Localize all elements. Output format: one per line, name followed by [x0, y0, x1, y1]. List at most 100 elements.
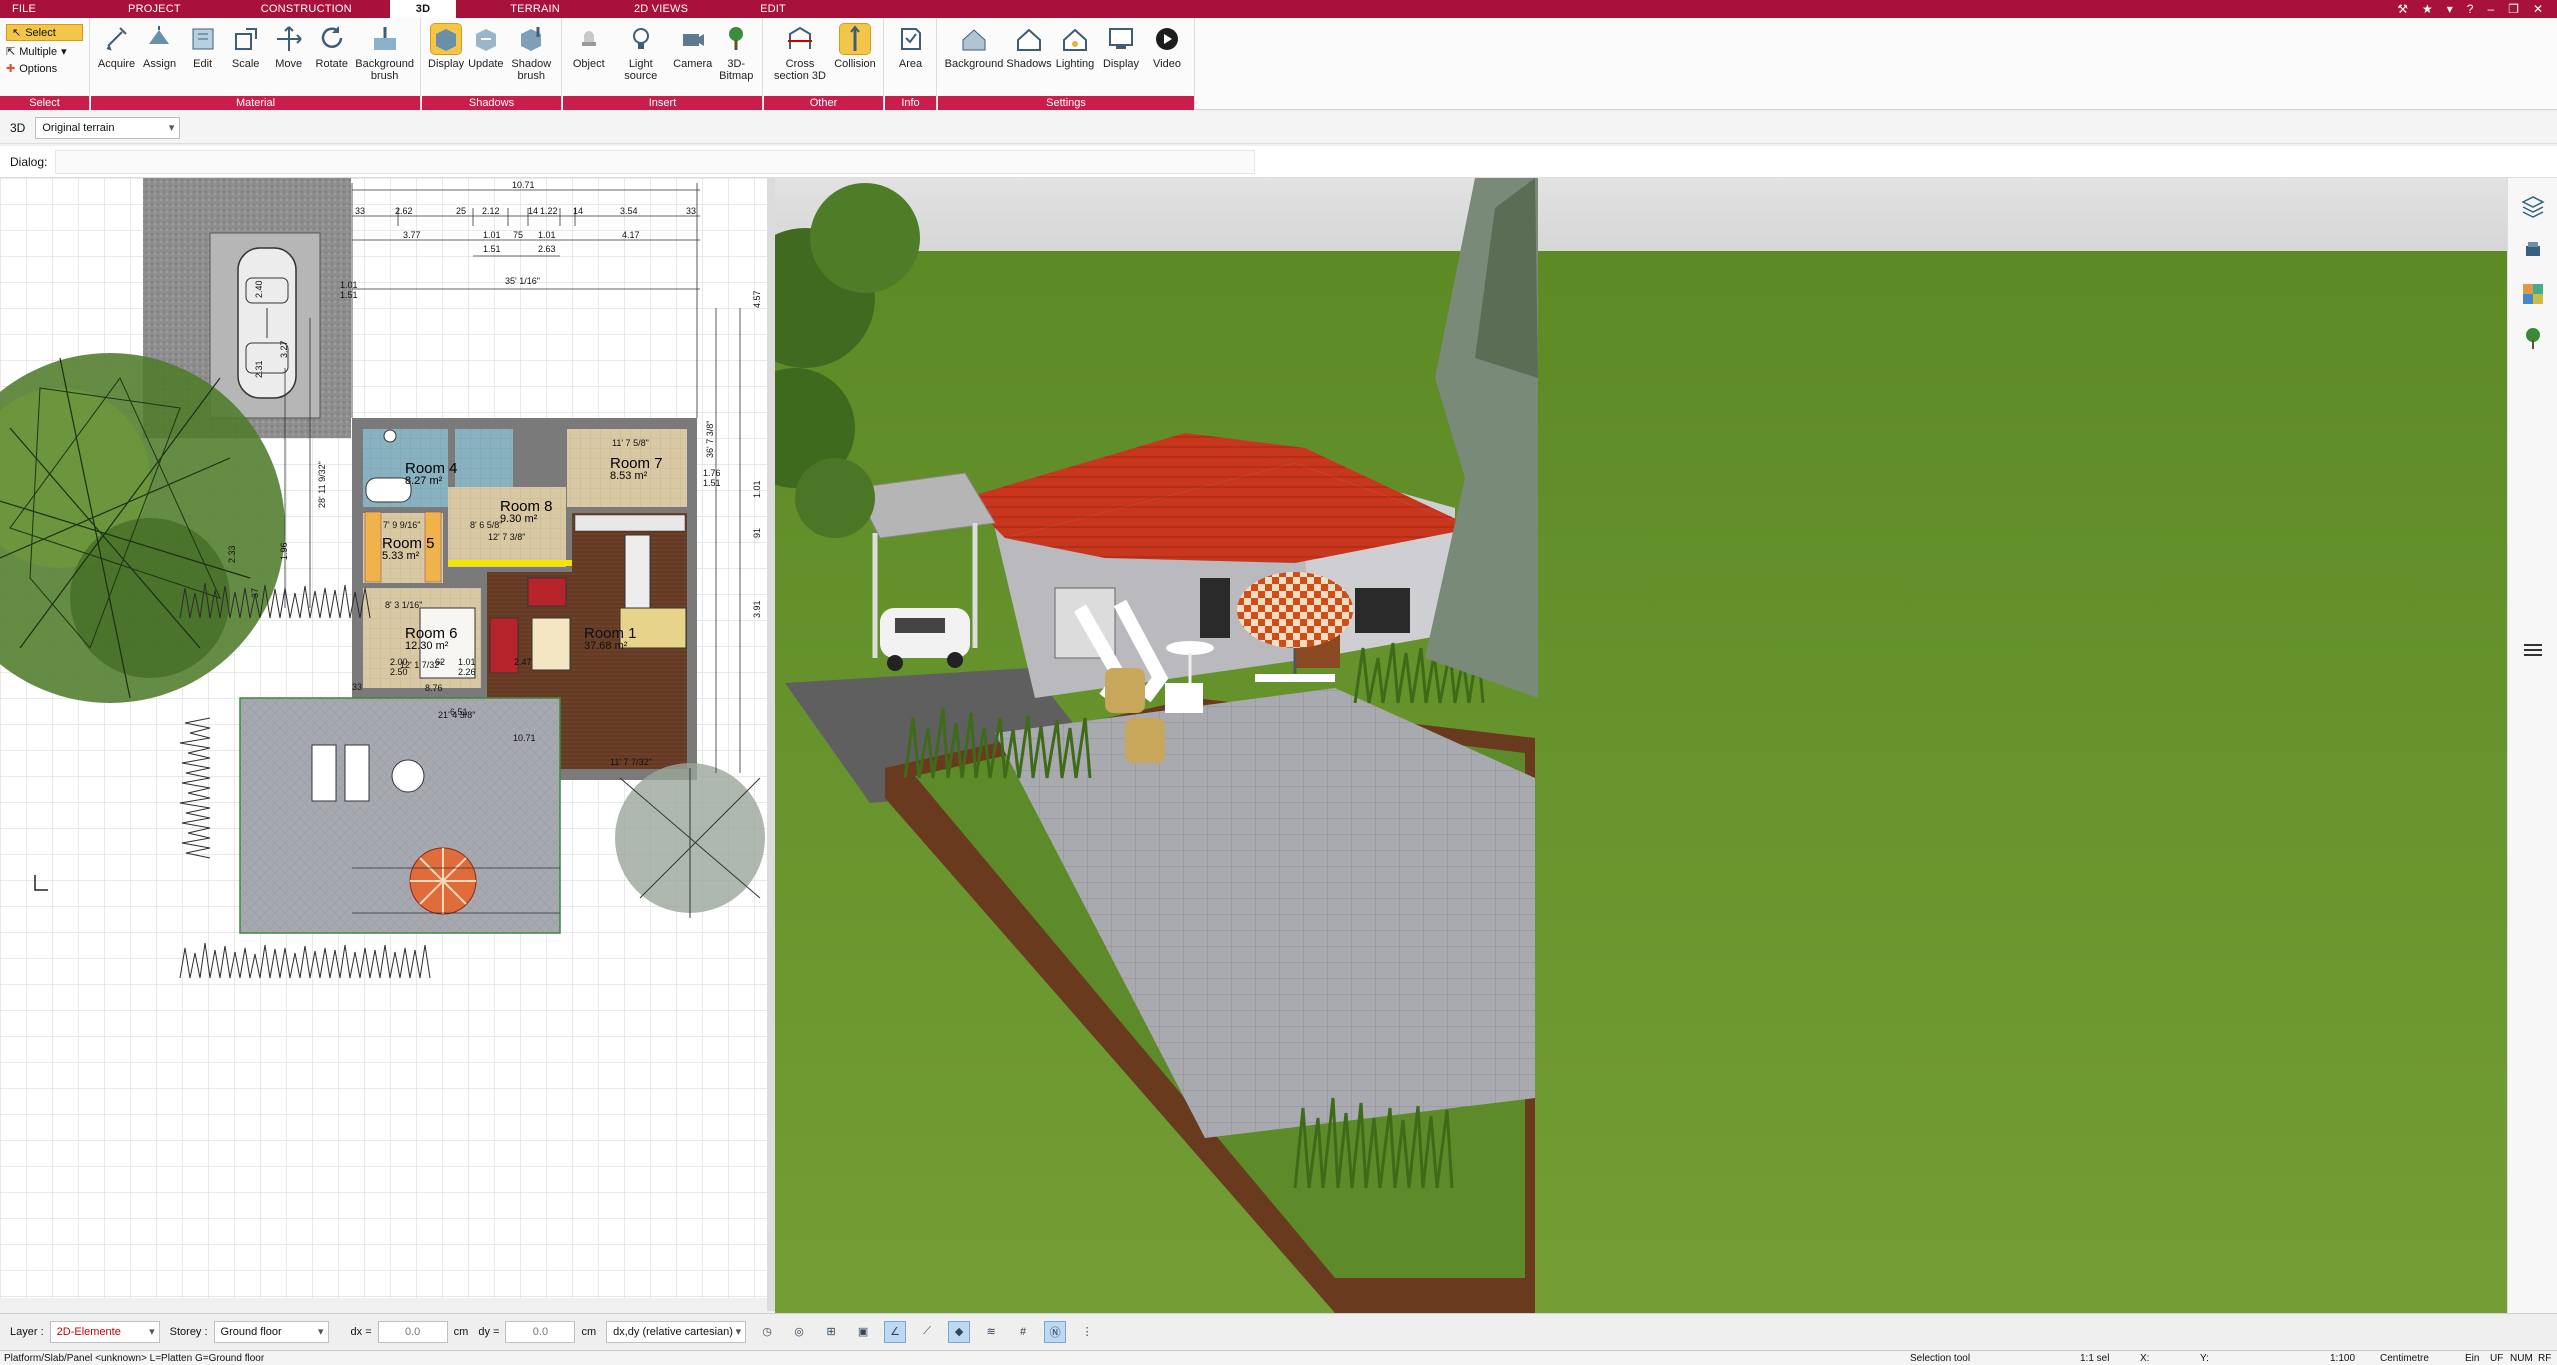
- dim-d8: 33: [355, 206, 365, 216]
- grid-snap-icon[interactable]: ⊞: [820, 1321, 842, 1343]
- select-button[interactable]: ↖ Select: [6, 24, 83, 41]
- update-label: Update: [468, 58, 504, 70]
- insert-light-source-button[interactable]: Light source: [613, 24, 669, 96]
- dim-imp4: 12' 7 3/8": [488, 532, 525, 542]
- info-area-button[interactable]: Area: [891, 24, 930, 96]
- car-symbol: [237, 247, 297, 399]
- lighting-label: Lighting: [1055, 58, 1095, 70]
- settings-background-button[interactable]: Background: [944, 24, 1004, 96]
- group-material: Acquire Assign Edit Scale Move Rotate Backgrou…: [91, 18, 421, 110]
- dim-b14: 2.31: [254, 360, 264, 378]
- tab-file[interactable]: FILE: [0, 0, 48, 18]
- tab-construction[interactable]: CONSTRUCTION: [251, 0, 362, 18]
- settings-shadows-button[interactable]: Shadows: [1006, 24, 1052, 96]
- plants-icon[interactable]: [2517, 322, 2549, 354]
- armchair: [527, 577, 567, 607]
- room-1-area: 37.68 m²: [584, 640, 628, 652]
- layers-toggle-icon[interactable]: ≋: [980, 1321, 1002, 1343]
- star-icon[interactable]: ★: [2422, 2, 2433, 16]
- 3d-view[interactable]: [775, 178, 2538, 1313]
- dialog-bar: Dialog:: [0, 146, 2557, 178]
- display-icon: [430, 23, 463, 55]
- display-label: Display: [428, 58, 465, 70]
- update-icon: [471, 24, 501, 54]
- materials-icon[interactable]: [2517, 278, 2549, 310]
- settings-lighting-button[interactable]: Lighting: [1054, 24, 1096, 96]
- grid-icon[interactable]: #: [1012, 1321, 1034, 1343]
- north-icon[interactable]: Ⓝ: [1044, 1320, 1067, 1343]
- tab-project[interactable]: PROJECT: [118, 0, 191, 18]
- floor-plan-canvas[interactable]: 10.71 2.62 33 25 2.12 14 1.22 14 3.54 33…: [0, 178, 767, 1298]
- other-collision-button[interactable]: Collision: [834, 23, 876, 96]
- multiple-dropdown[interactable]: ⇱ Multiple ▾: [6, 45, 83, 59]
- view-splitter[interactable]: [767, 178, 775, 1311]
- other-cross-section-3d-button[interactable]: Cross section 3D: [770, 24, 830, 96]
- shadows-shadow-brush-button[interactable]: Shadow brush: [508, 24, 555, 96]
- insert-3d-bitmap-button[interactable]: 3D-Bitmap: [716, 24, 756, 96]
- background-icon: [959, 24, 989, 54]
- layers-icon[interactable]: [2517, 190, 2549, 222]
- tab-terrain[interactable]: TERRAIN: [500, 0, 570, 18]
- dim-imp2: 11' 7 5/8": [612, 438, 649, 448]
- furniture-icon[interactable]: [2517, 234, 2549, 266]
- dx-input[interactable]: 0.0: [377, 1320, 448, 1343]
- collapse-panel-icon[interactable]: [2517, 634, 2549, 666]
- dy-input[interactable]: 0.0: [505, 1320, 576, 1343]
- more-icon[interactable]: ⋮: [1076, 1321, 1098, 1343]
- dialog-field[interactable]: [55, 149, 1256, 174]
- dim-b17: 8.76: [425, 683, 443, 693]
- dim-right4: 1.76: [703, 468, 721, 478]
- room-5-area: 5.33 m²: [382, 550, 420, 562]
- material-move-button[interactable]: Move: [269, 24, 308, 96]
- tab-edit[interactable]: EDIT: [750, 0, 796, 18]
- material-assign-button[interactable]: Assign: [140, 24, 179, 96]
- restore-icon[interactable]: ❐: [2508, 2, 2519, 16]
- storey-dropdown[interactable]: Ground floor: [213, 1320, 329, 1343]
- material-scale-button[interactable]: Scale: [226, 24, 265, 96]
- shadows-update-button[interactable]: Update: [468, 24, 504, 96]
- dropdown-icon[interactable]: ▾: [2447, 2, 2453, 16]
- shadow-brush-label: Shadow brush: [511, 58, 552, 82]
- bath-floor: [455, 429, 513, 487]
- dim-r2b: 1.01: [483, 230, 501, 240]
- insert-object-button[interactable]: Object: [569, 24, 609, 96]
- insert-camera-button[interactable]: Camera: [673, 24, 713, 96]
- dim-b2: 62: [435, 657, 445, 667]
- status-unit: Centimetre: [2380, 1352, 2429, 1364]
- clock-icon[interactable]: ◷: [756, 1321, 778, 1343]
- cursor-icon: ↖: [12, 27, 22, 39]
- tab-3d[interactable]: 3D: [389, 0, 457, 18]
- settings-video-button[interactable]: Video: [1146, 24, 1188, 96]
- coord-mode-dropdown[interactable]: dx,dy (relative cartesian): [606, 1320, 747, 1343]
- paint-icon[interactable]: ▣: [852, 1321, 874, 1343]
- angle-icon[interactable]: ∠: [884, 1320, 907, 1343]
- floor-plan-2d-view[interactable]: 10.71 2.62 33 25 2.12 14 1.22 14 3.54 33…: [0, 178, 767, 1298]
- layer-dropdown[interactable]: 2D-Elemente: [49, 1320, 160, 1343]
- terrain-dropdown[interactable]: Original terrain: [35, 116, 181, 139]
- material-background-brush-button[interactable]: Background brush: [355, 24, 414, 96]
- close-icon[interactable]: ✕: [2533, 2, 2543, 16]
- tab-2d-views[interactable]: 2D VIEWS: [624, 0, 698, 18]
- options-button[interactable]: ✚ Options: [6, 62, 83, 76]
- acquire-label: Acquire: [97, 58, 136, 70]
- dim-b10: 2.33: [227, 545, 237, 563]
- light-source-label: Light source: [624, 58, 658, 82]
- material-acquire-button[interactable]: Acquire: [97, 24, 136, 96]
- help-icon[interactable]: ?: [2467, 2, 2474, 16]
- 3d-scene-canvas[interactable]: [775, 178, 2538, 1313]
- object-label: Object: [572, 58, 605, 70]
- settings-display-button[interactable]: Display: [1100, 24, 1142, 96]
- bottom-toolbar: Layer : 2D-Elemente Storey : Ground floo…: [0, 1313, 2557, 1349]
- material-edit-button[interactable]: Edit: [183, 24, 222, 96]
- rotate-icon: [317, 24, 347, 54]
- snap-icon[interactable]: ◎: [788, 1321, 810, 1343]
- ortho-icon[interactable]: ⟋: [916, 1321, 938, 1343]
- video-icon: [1152, 24, 1182, 54]
- snap-object-icon[interactable]: ◆: [948, 1320, 971, 1343]
- minimize-icon[interactable]: –: [2487, 2, 2494, 16]
- shadows-display-button[interactable]: Display: [428, 23, 465, 96]
- material-rotate-button[interactable]: Rotate: [312, 24, 351, 96]
- tool-icon[interactable]: ⚒: [2397, 2, 2408, 16]
- status-bar: Platform/Slab/Panel <unknown> L=Platten …: [0, 1350, 2557, 1365]
- group-title-other: Other: [764, 96, 883, 110]
